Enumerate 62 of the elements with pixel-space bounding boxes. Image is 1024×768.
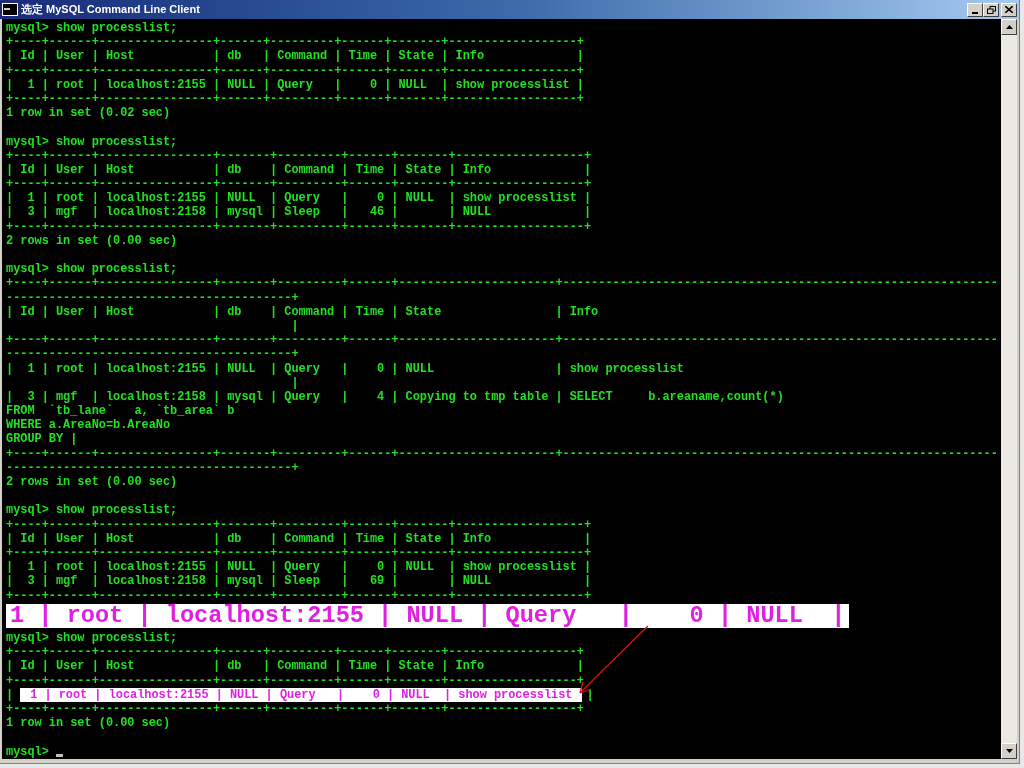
console-line: +----+------+----------------+-------+---------+------+-------+------------------+ [6, 588, 592, 603]
scroll-down-button[interactable] [1001, 743, 1017, 759]
console-line: mysql> show processlist; [6, 262, 178, 277]
console-line: 1 row in set (0.00 sec) [6, 716, 171, 731]
restore-button[interactable] [983, 2, 999, 17]
console-line: | Id | User | Host | db | Command | Time | State | Info | [6, 531, 592, 546]
table-border: | [6, 687, 14, 703]
console-line: mysql> show processlist; [6, 21, 178, 36]
vertical-scrollbar[interactable] [1001, 19, 1017, 759]
magnified-callout: 1 | root | localhost:2155 | NULL | Query | 0 | NULL | [6, 603, 850, 628]
minimize-button[interactable] [967, 2, 983, 17]
close-icon [1005, 6, 1013, 13]
console-line: +----+------+----------------+------+---------+------+-------+------------------+ [6, 91, 584, 107]
console-prompt: mysql> [6, 744, 49, 759]
text-cursor [55, 754, 63, 758]
console-line: mysql> show processlist; [6, 631, 178, 646]
console-line: +----+------+----------------+-------+---------+------+----------------------+------------------------------------------------------------- [6, 276, 998, 291]
console-line: +----+------+----------------+-------+---------+------+-------+------------------+ [6, 219, 592, 234]
restore-icon [986, 5, 996, 14]
console-line: | [290, 375, 299, 390]
console-line: | 1 | root | localhost:2155 | NULL | Query | 0 | NULL | show processlist [6, 361, 684, 376]
console-line: GROUP BY | [6, 432, 78, 447]
console-line: | 3 | mgf | localhost:2158 | mysql | Query | 4 | Copying to tmp table | SELECT b.areaname,count(*) [6, 389, 784, 404]
console-line: +----+------+----------------+-------+---------+------+-------+------------------+ [6, 148, 592, 163]
console-line: mysql> show processlist; [6, 503, 178, 518]
console-line: | 1 | root | localhost:2155 | NULL | Query | 0 | NULL | show processlist | [6, 191, 592, 206]
console-line: 2 rows in set (0.00 sec) [6, 233, 178, 248]
console-line: +----+------+----------------+-------+---------+------+----------------------+------------------------------------------------------------- [6, 446, 998, 461]
console-line: +----+------+----------------+------+---------+------+-------+------------------+ [6, 673, 584, 688]
console-line: +----+------+----------------+------+---------+------+-------+------------------+ [6, 645, 584, 660]
console-line: | Id | User | Host | db | Command | Time | State | Info | [6, 49, 584, 64]
console-line: | Id | User | Host | db | Command | Time | State | Info | [6, 162, 592, 178]
up-arrow-icon [1005, 25, 1013, 29]
console-line: | Id | User | Host | db | Command | Time | State | Info [6, 304, 599, 319]
console-line: 2 rows in set (0.00 sec) [6, 475, 178, 490]
console-line: ----------------------------------------+ [6, 290, 299, 305]
console-line: +----+------+----------------+-------+---------+------+-------+------------------+ [6, 177, 592, 192]
table-border: | [586, 687, 594, 703]
console-line: +----+------+----------------+-------+---------+------+-------+------------------+ [6, 545, 592, 561]
console-line: WHERE a.AreaNo=b.AreaNo [6, 418, 171, 433]
console-line: | 3 | mgf | localhost:2158 | mysql | Sleep | 46 | | NULL | [6, 205, 592, 220]
app-icon [2, 3, 18, 16]
console-line: 1 row in set (0.02 sec) [6, 106, 171, 121]
console-line: +----+------+----------------+------+---------+------+-------+------------------+ [6, 702, 584, 717]
console-line: | Id | User | Host | db | Command | Time | State | Info | [6, 659, 584, 674]
console-line: | 3 | mgf | localhost:2158 | mysql | Sleep | 69 | | NULL | [6, 574, 592, 589]
console-line: mysql> show processlist; [6, 134, 178, 149]
console-line: | [290, 318, 299, 334]
console-line: +----+------+----------------+-------+---------+------+-------+------------------+ [6, 517, 592, 532]
console-line: ----------------------------------------+ [6, 347, 299, 362]
console-line: +----+------+----------------+-------+---------+------+----------------------+------------------------------------------------------------- [6, 333, 998, 348]
down-arrow-icon [1005, 749, 1013, 753]
console-line: FROM `tb_lane` a, `tb_area` b [6, 404, 235, 419]
console-line: | 1 | root | localhost:2155 | NULL | Query | 0 | NULL | show processlist | [6, 77, 584, 92]
console-line: | 1 | root | localhost:2155 | NULL | Query | 0 | NULL | show processlist | [6, 560, 592, 575]
console-line: +----+------+----------------+------+---------+------+-------+------------------+ [6, 35, 584, 50]
close-button[interactable] [1001, 2, 1017, 17]
console-line: ----------------------------------------+ [6, 460, 299, 475]
window-title: 选定 MySQL Command Line Client [21, 4, 200, 15]
scroll-up-button[interactable] [1001, 19, 1017, 35]
highlighted-row: 1 | root | localhost:2155 | NULL | Query | 0 | NULL | show processlist [20, 687, 583, 702]
console-line: +----+------+----------------+------+---------+------+-------+------------------+ [6, 63, 584, 78]
